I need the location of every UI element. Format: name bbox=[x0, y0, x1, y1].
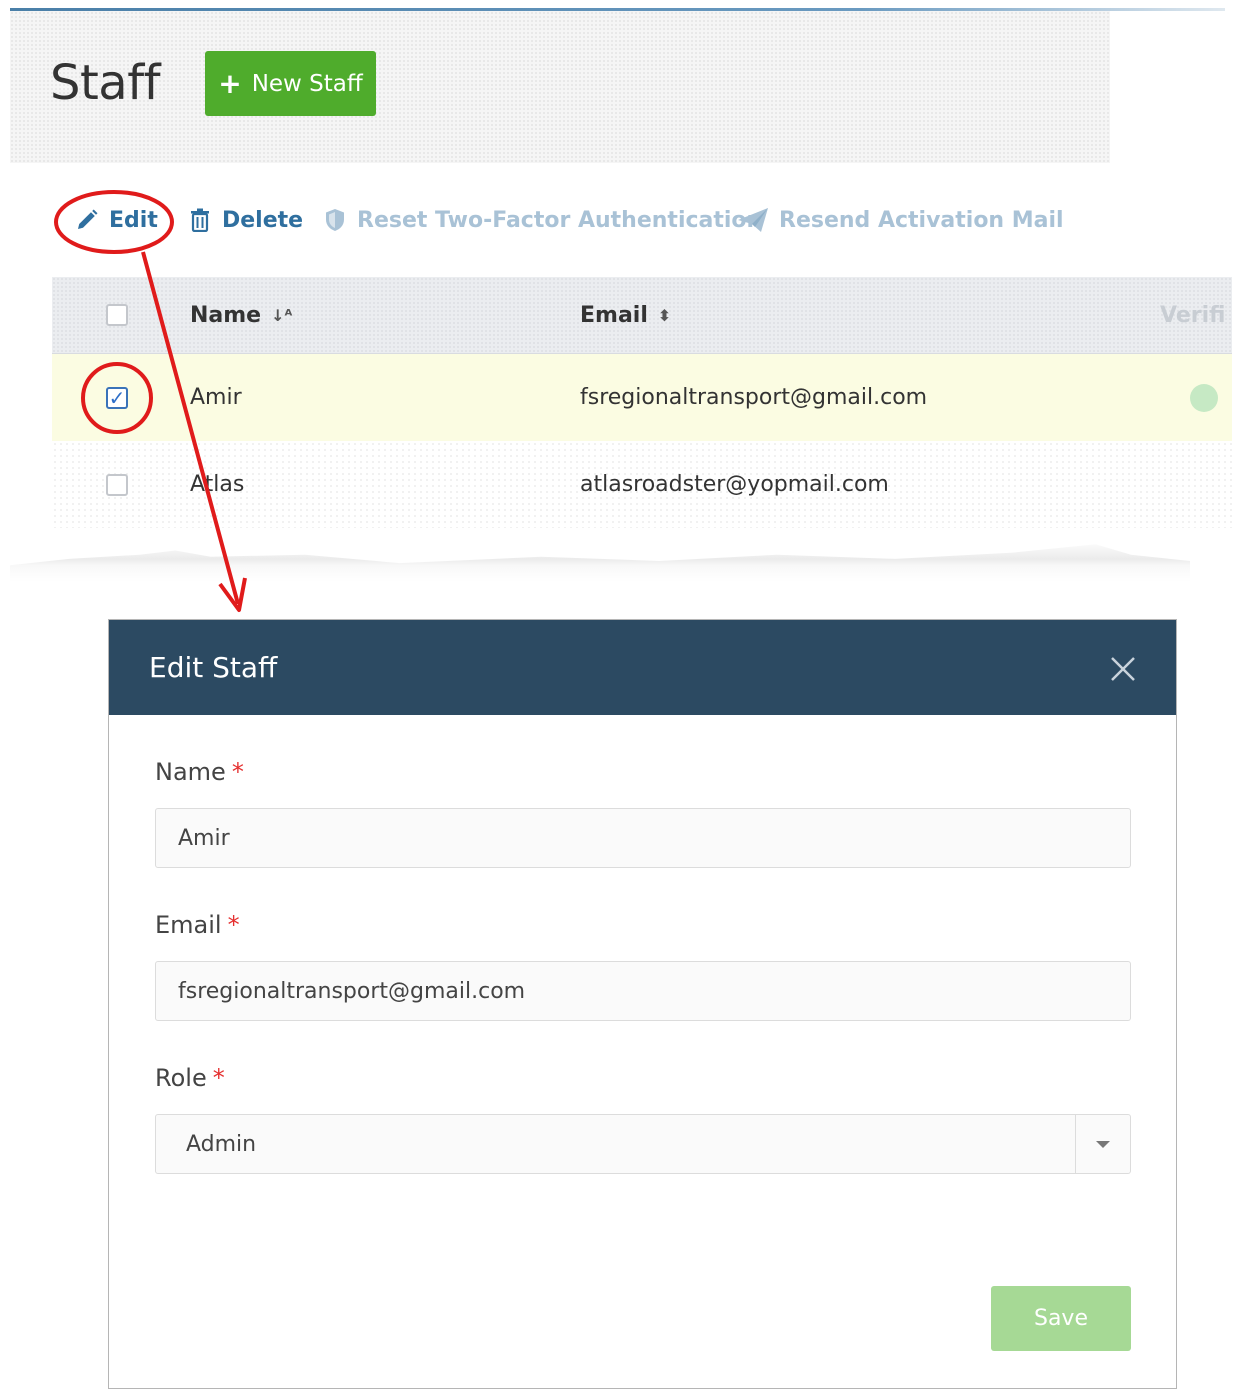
table-row[interactable]: Atlas atlasroadster@yopmail.com bbox=[52, 441, 1232, 528]
trash-icon bbox=[188, 208, 212, 232]
arrow-head-icon bbox=[218, 577, 247, 612]
save-button[interactable]: Save bbox=[991, 1286, 1131, 1351]
resend-activation-button[interactable]: Resend Activation Mail bbox=[737, 200, 1064, 240]
select-all-cell bbox=[106, 277, 128, 353]
email-field[interactable]: fsregionaltransport@gmail.com bbox=[155, 961, 1131, 1021]
verified-check-icon bbox=[1190, 354, 1218, 441]
modal-header: Edit Staff bbox=[109, 620, 1176, 715]
row-email: fsregionaltransport@gmail.com bbox=[580, 385, 928, 410]
pencil-icon bbox=[75, 208, 99, 232]
required-marker: * bbox=[227, 911, 240, 939]
name-field[interactable]: Amir bbox=[155, 808, 1131, 868]
new-staff-label: New Staff bbox=[251, 70, 363, 97]
role-select[interactable]: Admin bbox=[155, 1114, 1131, 1174]
new-staff-button[interactable]: + New Staff bbox=[205, 51, 376, 116]
name-field-label: Name * bbox=[155, 758, 244, 786]
edit-staff-modal: Edit Staff Name * Amir Email * fsregionalt… bbox=[108, 619, 1177, 1389]
row-select-cell bbox=[106, 441, 128, 528]
reset-2fa-button[interactable]: Reset Two-Factor Authentication bbox=[323, 200, 762, 240]
name-field-value: Amir bbox=[178, 825, 230, 851]
row-email: atlasroadster@yopmail.com bbox=[580, 472, 889, 497]
verified-column-label: Verifi bbox=[1160, 302, 1226, 328]
delete-button[interactable]: Delete bbox=[188, 200, 303, 240]
delete-label: Delete bbox=[222, 207, 304, 233]
row-select-cell: ✓ bbox=[106, 354, 128, 441]
edit-button[interactable]: Edit bbox=[75, 200, 158, 240]
email-column-header[interactable]: Email ⬍ bbox=[580, 277, 671, 353]
name-column-header[interactable]: Name ↓ᴬ bbox=[190, 277, 292, 353]
email-column-label: Email bbox=[580, 302, 648, 328]
row-name: Amir bbox=[190, 385, 242, 410]
header-band bbox=[10, 11, 1110, 163]
email-field-label: Email * bbox=[155, 911, 240, 939]
shield-icon bbox=[323, 208, 347, 232]
sort-asc-icon: ↓ᴬ bbox=[271, 305, 293, 325]
close-icon[interactable] bbox=[1108, 654, 1138, 684]
required-marker: * bbox=[231, 758, 244, 786]
sort-both-icon: ⬍ bbox=[657, 305, 672, 325]
chevron-down-icon[interactable] bbox=[1075, 1115, 1130, 1173]
row-checkbox[interactable] bbox=[106, 473, 128, 496]
name-column-label: Name bbox=[190, 302, 262, 328]
plus-icon: + bbox=[218, 66, 242, 100]
page-title: Staff bbox=[50, 55, 161, 111]
row-checkbox[interactable]: ✓ bbox=[106, 386, 128, 410]
modal-title: Edit Staff bbox=[149, 651, 278, 684]
staff-table: Name ↓ᴬ Email ⬍ Verifi ✓ Amir fsregional… bbox=[52, 277, 1232, 528]
paper-plane-icon bbox=[737, 208, 769, 232]
required-marker: * bbox=[212, 1064, 225, 1092]
row-name: Atlas bbox=[190, 472, 245, 497]
resend-activation-label: Resend Activation Mail bbox=[779, 207, 1064, 233]
email-field-value: fsregionaltransport@gmail.com bbox=[178, 978, 526, 1004]
verified-column-header[interactable]: Verifi bbox=[1160, 277, 1225, 353]
select-all-checkbox[interactable] bbox=[106, 304, 128, 326]
table-header: Name ↓ᴬ Email ⬍ Verifi bbox=[52, 277, 1232, 354]
edit-label: Edit bbox=[109, 207, 158, 233]
reset-2fa-label: Reset Two-Factor Authentication bbox=[357, 207, 763, 233]
table-row[interactable]: ✓ Amir fsregionaltransport@gmail.com bbox=[52, 354, 1232, 441]
role-field-label: Role * bbox=[155, 1064, 225, 1092]
role-select-value: Admin bbox=[186, 1131, 257, 1157]
torn-edge bbox=[10, 544, 1190, 582]
